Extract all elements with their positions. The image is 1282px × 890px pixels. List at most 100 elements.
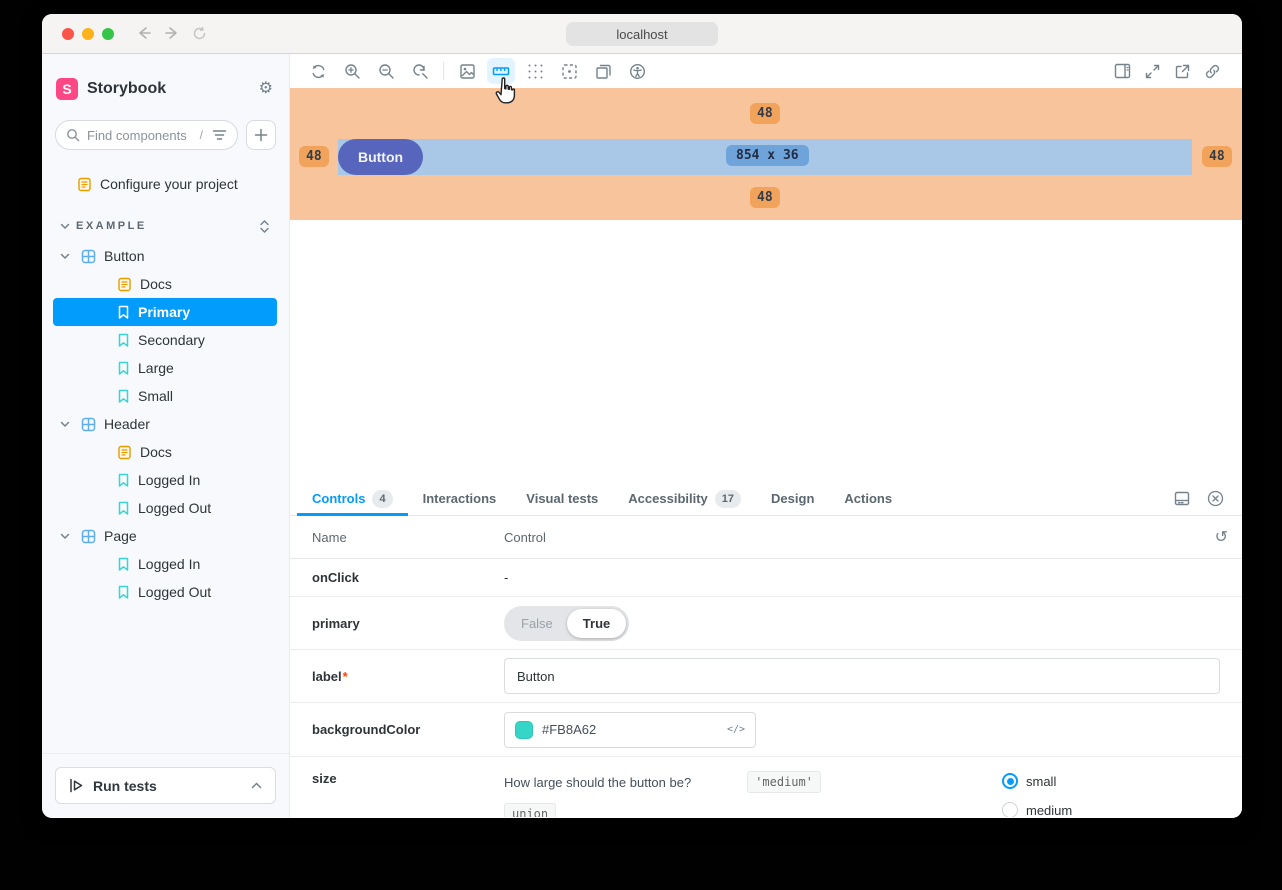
grid-toggle-icon[interactable] — [521, 58, 549, 84]
radio-button-checked[interactable] — [1002, 773, 1018, 789]
required-asterisk: * — [343, 669, 348, 684]
chevron-down-icon — [60, 223, 70, 230]
measure-margin-bottom-badge: 48 — [750, 187, 780, 208]
arg-name: primary — [312, 616, 504, 631]
arg-description: How large should the button be? — [504, 771, 691, 790]
sidebar-item-page-logged-in[interactable]: Logged In — [53, 550, 277, 578]
tab-controls[interactable]: Controls 4 — [297, 482, 408, 515]
collapse-expand-all-icon[interactable] — [260, 220, 269, 233]
color-swatch[interactable] — [515, 721, 533, 739]
remount-component-icon[interactable] — [304, 58, 332, 84]
sidebar-item-page-logged-out[interactable]: Logged Out — [53, 578, 277, 606]
tab-interactions[interactable]: Interactions — [408, 482, 512, 515]
tab-accessibility[interactable]: Accessibility 17 — [613, 482, 756, 515]
component-icon — [81, 417, 96, 432]
storybook-sidebar: S Storybook ⚙ Find components / — [42, 54, 290, 817]
sidebar-item-header-logged-in[interactable]: Logged In — [53, 466, 277, 494]
color-control[interactable]: #FB8A62 </> — [504, 712, 756, 748]
color-space-cycle-icon[interactable]: </> — [727, 724, 745, 735]
filter-icon[interactable] — [212, 129, 227, 141]
component-icon — [81, 529, 96, 544]
address-bar-url: localhost — [616, 27, 667, 42]
toggle-option-false[interactable]: False — [507, 609, 567, 638]
settings-gear-icon[interactable]: ⚙ — [259, 81, 273, 97]
reset-zoom-icon[interactable] — [406, 58, 434, 84]
brand-title: Storybook — [87, 80, 166, 98]
radio-button-unchecked[interactable] — [1002, 802, 1018, 817]
search-input[interactable]: Find components / — [55, 120, 238, 150]
sidebar-item-button[interactable]: Button — [53, 242, 277, 270]
bookmark-icon — [117, 361, 130, 376]
document-icon — [77, 177, 92, 192]
sidebar-item-configure-project[interactable]: Configure your project — [53, 170, 277, 198]
chevron-down-icon — [60, 533, 70, 540]
run-tests-button[interactable]: Run tests — [55, 767, 276, 804]
toggle-option-true[interactable]: True — [567, 609, 626, 638]
measure-margin-top-badge: 48 — [750, 103, 780, 124]
outline-toggle-icon[interactable] — [555, 58, 583, 84]
bookmark-icon — [117, 585, 130, 600]
change-background-icon[interactable] — [453, 58, 481, 84]
panel-position-icon[interactable] — [1174, 491, 1190, 506]
sidebar-item-button-small[interactable]: Small — [53, 382, 277, 410]
zoom-out-icon[interactable] — [372, 58, 400, 84]
arg-name: onClick — [312, 570, 504, 585]
fullscreen-icon[interactable] — [1138, 58, 1166, 84]
viewport-icon[interactable] — [589, 58, 617, 84]
controls-count-badge: 4 — [372, 490, 392, 508]
sidebar-item-button-large[interactable]: Large — [53, 354, 277, 382]
label-text-input[interactable] — [504, 658, 1220, 694]
story-button[interactable]: Button — [338, 139, 423, 175]
browser-reload-icon[interactable] — [192, 26, 207, 41]
bookmark-icon — [117, 501, 130, 516]
zoom-window-button[interactable] — [102, 28, 114, 40]
accessibility-vision-icon[interactable] — [623, 58, 651, 84]
copy-link-icon[interactable] — [1198, 58, 1226, 84]
accessibility-count-badge: 17 — [715, 490, 741, 508]
controls-table: Name Control ↺ onClick - primary False T… — [290, 516, 1242, 817]
tab-design[interactable]: Design — [756, 482, 829, 515]
sidebar-item-button-docs[interactable]: Docs — [53, 270, 277, 298]
boolean-toggle[interactable]: False True — [504, 606, 629, 641]
storybook-logo: S — [56, 78, 78, 100]
browser-back-icon[interactable] — [136, 26, 152, 41]
sidebar-section-example[interactable]: EXAMPLE — [53, 212, 277, 240]
addon-tabbar: Controls 4 Interactions Visual tests Acc… — [290, 482, 1242, 516]
measure-margin-left-badge: 48 — [299, 146, 329, 167]
arg-name: size — [312, 771, 504, 786]
radio-option-small[interactable]: small — [1002, 773, 1220, 789]
column-header-control: Control — [504, 530, 1192, 545]
sidebar-item-header[interactable]: Header — [53, 410, 277, 438]
control-row-primary: primary False True — [290, 597, 1242, 650]
close-panel-icon[interactable] — [1207, 490, 1224, 507]
sidebar-item-page[interactable]: Page — [53, 522, 277, 550]
create-story-button[interactable] — [246, 120, 276, 150]
sidebar-item-button-secondary[interactable]: Secondary — [53, 326, 277, 354]
zoom-in-icon[interactable] — [338, 58, 366, 84]
mouse-cursor-hand — [493, 76, 518, 106]
toggle-sidebar-icon[interactable] — [1108, 58, 1136, 84]
sidebar-item-header-docs[interactable]: Docs — [53, 438, 277, 466]
address-bar[interactable]: localhost — [566, 22, 718, 46]
chevron-down-icon — [60, 421, 70, 428]
open-new-tab-icon[interactable] — [1168, 58, 1196, 84]
sidebar-item-button-primary[interactable]: Primary — [53, 298, 277, 326]
close-window-button[interactable] — [62, 28, 74, 40]
chevron-up-icon — [251, 782, 262, 789]
browser-window: localhost S Storybook ⚙ Find components … — [42, 14, 1242, 818]
reset-controls-icon[interactable]: ↺ — [1215, 527, 1228, 547]
search-icon — [66, 128, 80, 142]
control-row-size: size How large should the button be? 'me… — [290, 757, 1242, 817]
tab-actions[interactable]: Actions — [829, 482, 907, 515]
story-canvas[interactable]: Button 48 48 48 48 854 x 36 — [290, 88, 1242, 482]
search-placeholder: Find components — [87, 128, 200, 143]
tab-visual-tests[interactable]: Visual tests — [511, 482, 613, 515]
bookmark-icon — [117, 389, 130, 404]
radio-option-medium[interactable]: medium — [1002, 802, 1220, 817]
minimize-window-button[interactable] — [82, 28, 94, 40]
preview-area: Button 48 48 48 48 854 x 36 Controls 4 I… — [290, 54, 1242, 817]
column-header-name: Name — [312, 530, 504, 545]
chevron-down-icon — [60, 253, 70, 260]
sidebar-item-header-logged-out[interactable]: Logged Out — [53, 494, 277, 522]
browser-forward-icon[interactable] — [164, 26, 180, 41]
